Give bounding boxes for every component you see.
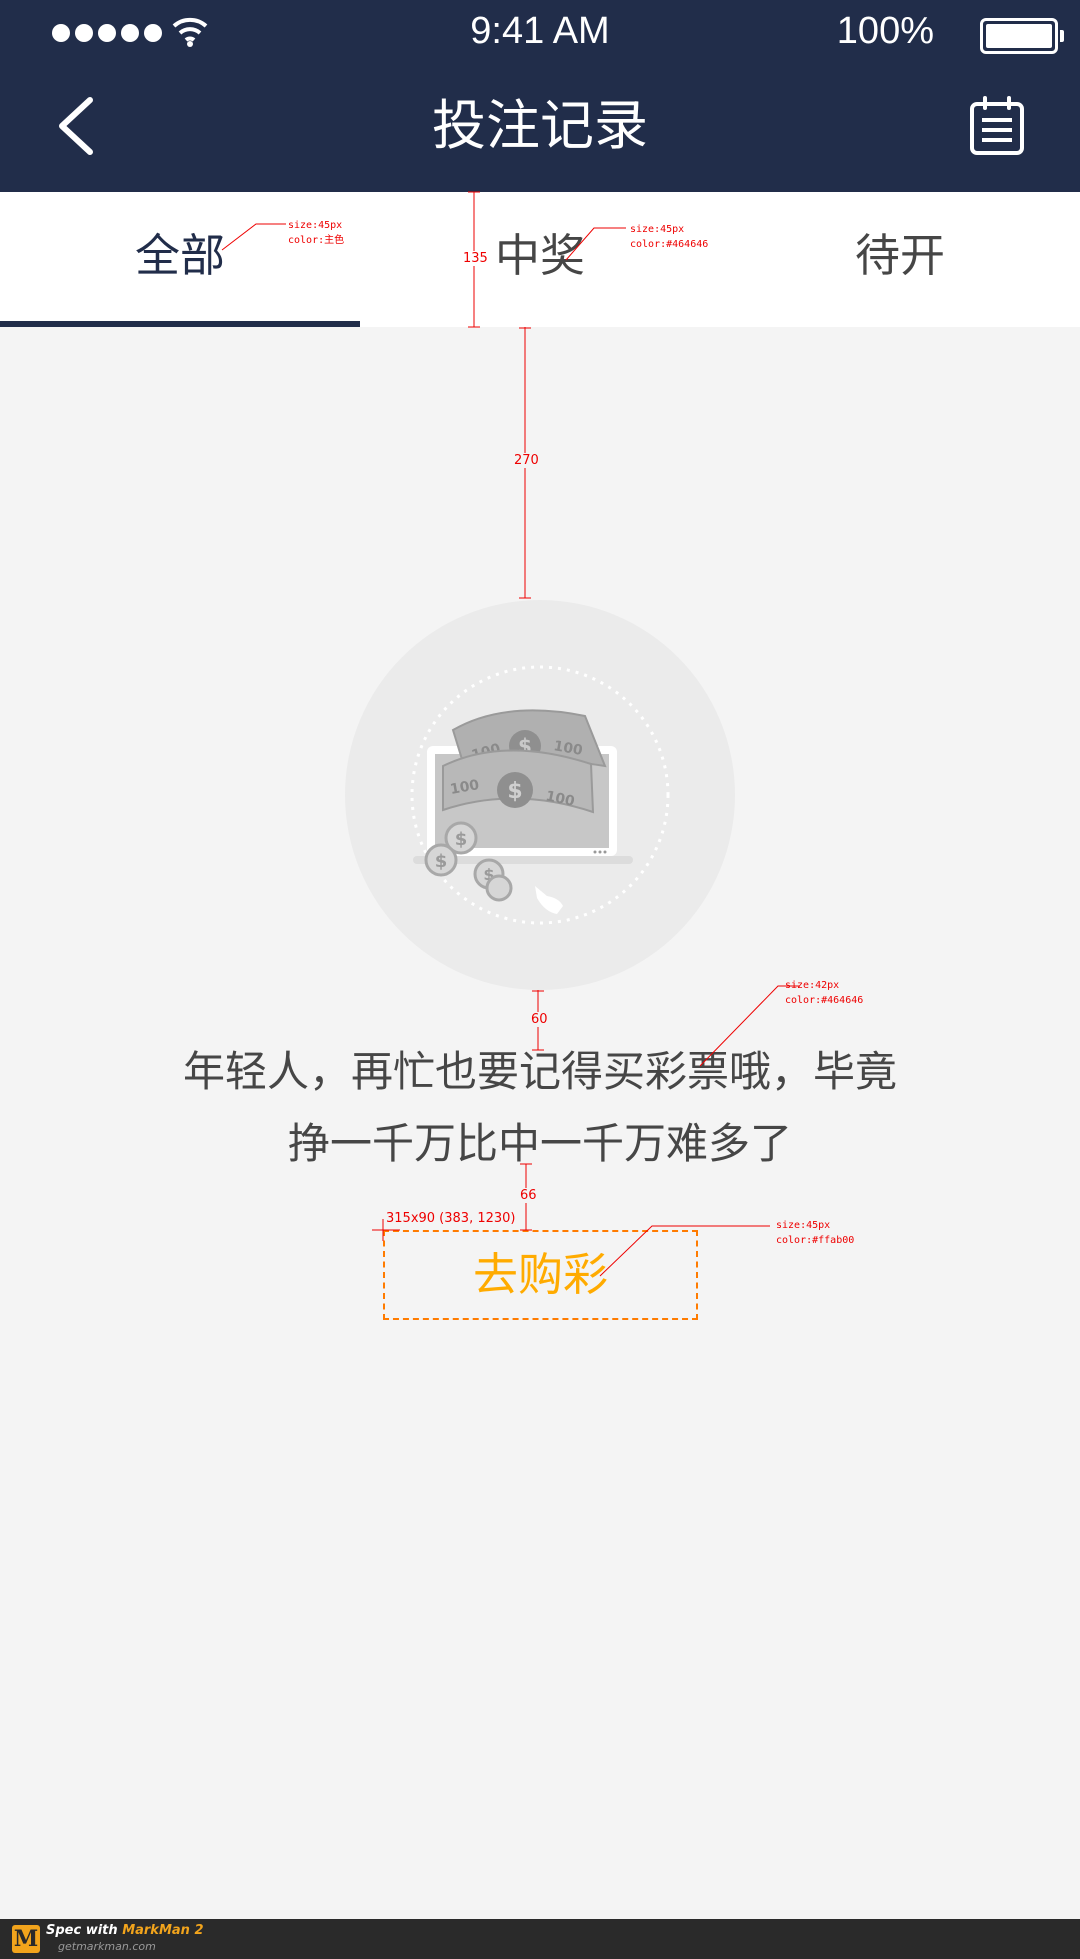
spec-text: color:主色	[288, 235, 345, 246]
footer-brand: MarkMan 2	[122, 1923, 204, 1938]
footer-spec-text: Spec with MarkMan 2	[46, 1923, 204, 1938]
spec-text: size:45px	[776, 1220, 831, 1231]
spec-button: size:45px color:#ffab00	[776, 1218, 854, 1248]
spec-button-box: 315x90 (383, 1230)	[386, 1211, 516, 1226]
spec-gap-mid: 60	[530, 1012, 549, 1027]
markman-logo-icon: M	[12, 1925, 40, 1953]
spec-text: size:45px	[288, 220, 343, 231]
spec-tab-height: 135	[462, 251, 489, 266]
spec-text: size:45px	[630, 224, 685, 235]
spec-text: color:#464646	[630, 239, 709, 250]
spec-tab-all: size:45px color:主色	[288, 218, 344, 248]
spec-leader-lines	[221, 191, 800, 1277]
footer-spec-with: Spec with	[46, 1923, 123, 1938]
footer-site: getmarkman.com	[58, 1940, 156, 1953]
spec-tab-won: size:45px color:#464646	[630, 222, 708, 252]
spec-text: size:42px	[785, 980, 840, 991]
spec-text: color:#464646	[785, 995, 864, 1006]
spec-message: size:42px color:#464646	[785, 978, 863, 1008]
spec-text: color:#ffab00	[776, 1235, 855, 1246]
markman-footer: M Spec with MarkMan 2 getmarkman.com	[0, 1919, 1080, 1959]
spec-gap-btn: 66	[519, 1188, 538, 1203]
spec-gap-top: 270	[513, 453, 540, 468]
